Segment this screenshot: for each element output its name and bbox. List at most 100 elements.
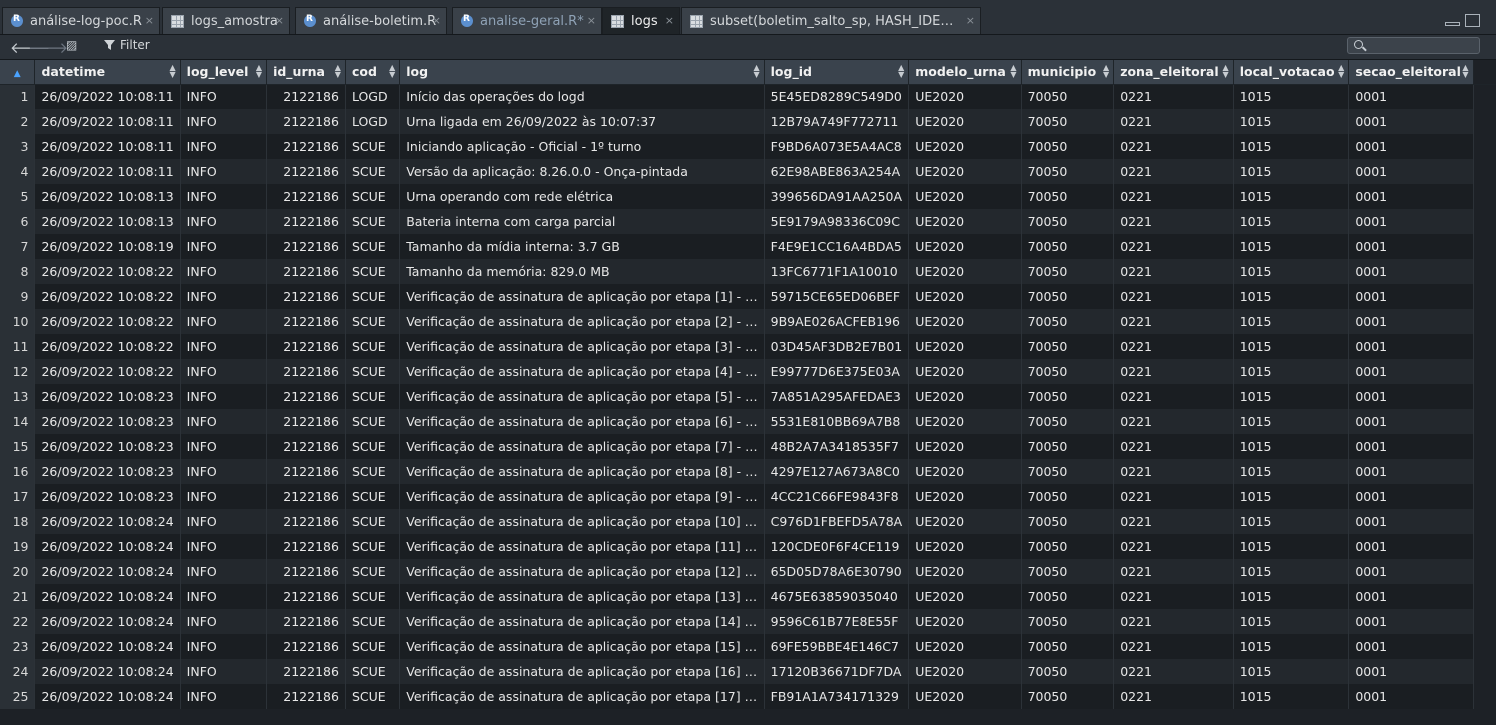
cell-zona_eleitoral[interactable]: 0221 [1113,609,1234,634]
cell-log_level[interactable]: INFO [180,359,268,384]
cell-log[interactable]: Iniciando aplicação - Oficial - 1º turno [399,134,765,159]
table-row[interactable]: 13 26/09/2022 10:08:23 INFO 2122186 SCUE Veri… [0,384,1496,409]
table-row[interactable]: 11 26/09/2022 10:08:22 INFO 2122186 SCUE Veri… [0,334,1496,359]
cell-zona_eleitoral[interactable]: 0221 [1113,634,1234,659]
cell-secao_eleitoral[interactable]: 0001 [1348,359,1474,384]
cell-municipio[interactable]: 70050 [1021,684,1115,709]
open-in-window-icon[interactable]: ▨ [66,38,77,52]
cell-log_level[interactable]: INFO [180,509,268,534]
cell-cod[interactable]: SCUE [345,234,401,259]
cell-zona_eleitoral[interactable]: 0221 [1113,159,1234,184]
table-row[interactable]: 15 26/09/2022 10:08:23 INFO 2122186 SCUE Veri… [0,434,1496,459]
cell-modelo_urna[interactable]: UE2020 [908,609,1022,634]
column-header-zona_eleitoral[interactable]: zona_eleitoral ▲ ▼ [1113,60,1234,85]
cell-modelo_urna[interactable]: UE2020 [908,284,1022,309]
cell-municipio[interactable]: 70050 [1021,234,1115,259]
column-header-log_level[interactable]: log_level ▲ ▼ [180,60,268,85]
filter-button[interactable]: Filter [104,38,150,52]
cell-local_votacao[interactable]: 1015 [1233,234,1350,259]
cell-modelo_urna[interactable]: UE2020 [908,634,1022,659]
cell-datetime[interactable]: 26/09/2022 10:08:22 [34,309,181,334]
cell-id_urna[interactable]: 2122186 [266,359,346,384]
cell-cod[interactable]: SCUE [345,559,401,584]
cell-local_votacao[interactable]: 1015 [1233,534,1350,559]
cell-cod[interactable]: SCUE [345,584,401,609]
tab-2[interactable]: análise-boletim.R× [295,7,447,34]
cell-log_level[interactable]: INFO [180,109,268,134]
cell-id_urna[interactable]: 2122186 [266,484,346,509]
sort-toggle-icon[interactable]: ▲ ▼ [1223,64,1229,79]
cell-log[interactable]: Verificação de assinatura de aplicação p… [399,609,765,634]
cell-log[interactable]: Verificação de assinatura de aplicação p… [399,509,765,534]
cell-log_level[interactable]: INFO [180,434,268,459]
cell-log_id[interactable]: 9596C61B77E8E55F [764,609,910,634]
cell-log_id[interactable]: 7A851A295AFEDAE3 [764,384,910,409]
cell-secao_eleitoral[interactable]: 0001 [1348,409,1474,434]
sort-toggle-icon[interactable]: ▲ ▼ [170,64,176,79]
cell-secao_eleitoral[interactable]: 0001 [1348,559,1474,584]
row-number[interactable]: 4 [0,159,36,184]
cell-log[interactable]: Início das operações do logd [399,84,765,109]
close-tab-icon[interactable]: × [665,14,674,27]
cell-secao_eleitoral[interactable]: 0001 [1348,684,1474,709]
cell-secao_eleitoral[interactable]: 0001 [1348,159,1474,184]
cell-local_votacao[interactable]: 1015 [1233,159,1350,184]
cell-datetime[interactable]: 26/09/2022 10:08:22 [34,334,181,359]
table-row[interactable]: 7 26/09/2022 10:08:19 INFO 2122186 SCUE Taman… [0,234,1496,259]
cell-zona_eleitoral[interactable]: 0221 [1113,134,1234,159]
cell-id_urna[interactable]: 2122186 [266,559,346,584]
cell-cod[interactable]: SCUE [345,609,401,634]
cell-datetime[interactable]: 26/09/2022 10:08:22 [34,259,181,284]
cell-modelo_urna[interactable]: UE2020 [908,659,1022,684]
cell-secao_eleitoral[interactable]: 0001 [1348,309,1474,334]
cell-local_votacao[interactable]: 1015 [1233,259,1350,284]
cell-local_votacao[interactable]: 1015 [1233,634,1350,659]
cell-local_votacao[interactable]: 1015 [1233,434,1350,459]
cell-id_urna[interactable]: 2122186 [266,684,346,709]
cell-cod[interactable]: SCUE [345,209,401,234]
cell-modelo_urna[interactable]: UE2020 [908,209,1022,234]
column-header-municipio[interactable]: municipio ▲ ▼ [1021,60,1115,85]
cell-id_urna[interactable]: 2122186 [266,284,346,309]
table-row[interactable]: 10 26/09/2022 10:08:22 INFO 2122186 SCUE Veri… [0,309,1496,334]
cell-log[interactable]: Verificação de assinatura de aplicação p… [399,559,765,584]
sort-toggle-icon[interactable]: ▲ ▼ [753,64,759,79]
cell-secao_eleitoral[interactable]: 0001 [1348,234,1474,259]
row-number[interactable]: 25 [0,684,36,709]
row-number[interactable]: 7 [0,234,36,259]
cell-municipio[interactable]: 70050 [1021,334,1115,359]
sort-toggle-icon[interactable]: ▲ ▼ [389,64,395,79]
cell-modelo_urna[interactable]: UE2020 [908,584,1022,609]
cell-log[interactable]: Verificação de assinatura de aplicação p… [399,684,765,709]
row-number[interactable]: 12 [0,359,36,384]
cell-datetime[interactable]: 26/09/2022 10:08:24 [34,534,181,559]
table-row[interactable]: 16 26/09/2022 10:08:23 INFO 2122186 SCUE Veri… [0,459,1496,484]
cell-log_id[interactable]: 12B79A749F772711 [764,109,910,134]
cell-id_urna[interactable]: 2122186 [266,334,346,359]
cell-modelo_urna[interactable]: UE2020 [908,409,1022,434]
cell-log[interactable]: Verificação de assinatura de aplicação p… [399,459,765,484]
cell-datetime[interactable]: 26/09/2022 10:08:13 [34,184,181,209]
cell-log_level[interactable]: INFO [180,384,268,409]
cell-modelo_urna[interactable]: UE2020 [908,109,1022,134]
cell-log[interactable]: Verificação de assinatura de aplicação p… [399,659,765,684]
cell-modelo_urna[interactable]: UE2020 [908,384,1022,409]
cell-id_urna[interactable]: 2122186 [266,84,346,109]
cell-cod[interactable]: LOGD [345,84,401,109]
table-row[interactable]: 24 26/09/2022 10:08:24 INFO 2122186 SCUE Veri… [0,659,1496,684]
cell-secao_eleitoral[interactable]: 0001 [1348,209,1474,234]
cell-modelo_urna[interactable]: UE2020 [908,159,1022,184]
cell-log[interactable]: Verificação de assinatura de aplicação p… [399,434,765,459]
cell-local_votacao[interactable]: 1015 [1233,459,1350,484]
cell-municipio[interactable]: 70050 [1021,209,1115,234]
cell-municipio[interactable]: 70050 [1021,84,1115,109]
cell-modelo_urna[interactable]: UE2020 [908,534,1022,559]
close-tab-icon[interactable]: × [587,14,596,27]
cell-log_level[interactable]: INFO [180,559,268,584]
cell-municipio[interactable]: 70050 [1021,559,1115,584]
cell-id_urna[interactable]: 2122186 [266,159,346,184]
cell-zona_eleitoral[interactable]: 0221 [1113,234,1234,259]
cell-datetime[interactable]: 26/09/2022 10:08:22 [34,284,181,309]
cell-modelo_urna[interactable]: UE2020 [908,559,1022,584]
cell-log[interactable]: Verificação de assinatura de aplicação p… [399,284,765,309]
